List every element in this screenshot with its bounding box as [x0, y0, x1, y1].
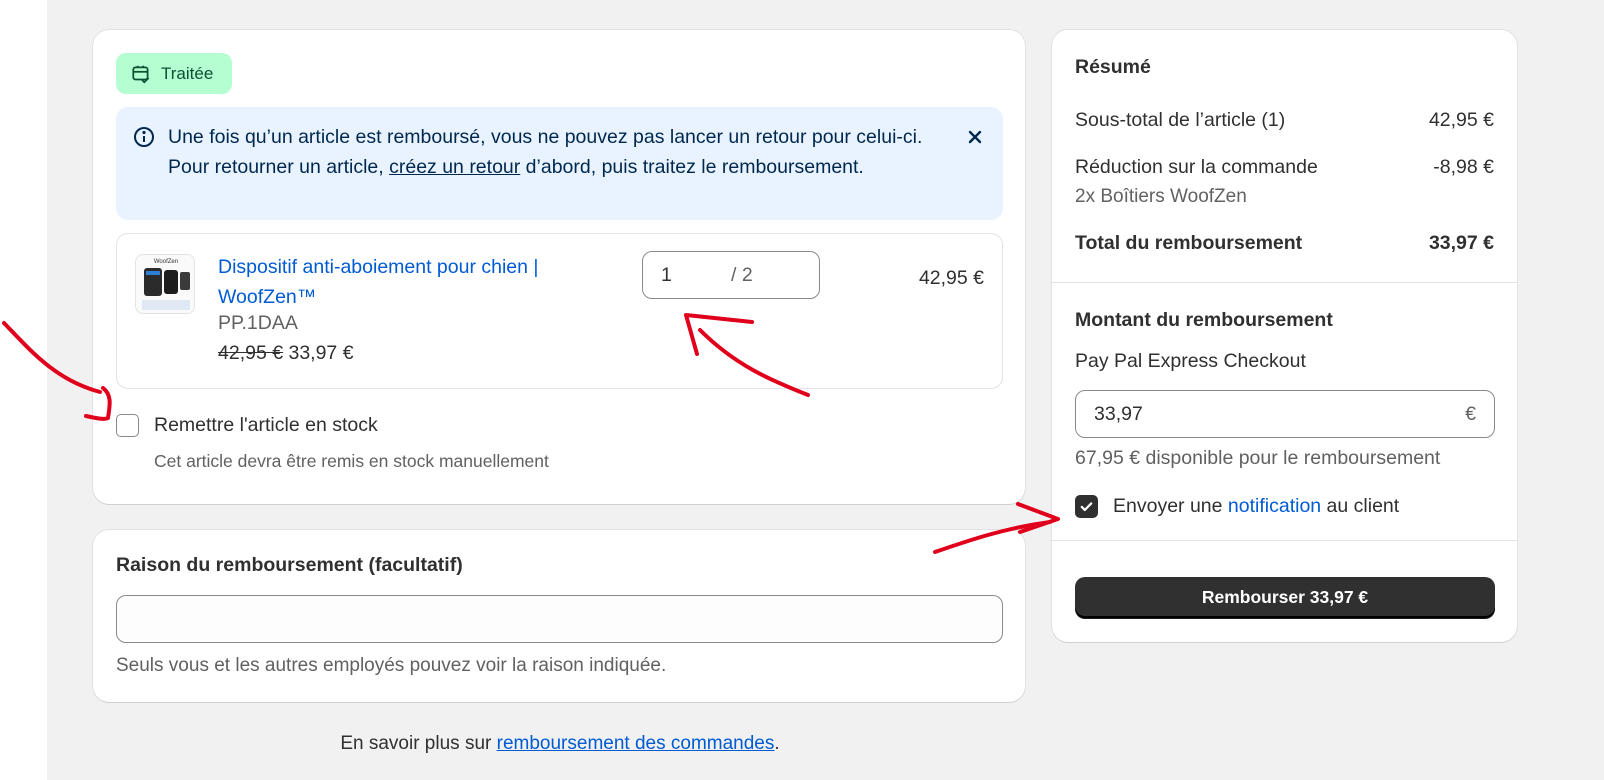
subtotal-value: 42,95 €	[1428, 109, 1494, 131]
restock-label[interactable]: Remettre l'article en stock	[154, 414, 378, 437]
refund-amount-input[interactable]: 33,97 €	[1075, 390, 1495, 438]
refund-items-card: Traitée Une fois qu’un article est rembo…	[93, 30, 1025, 504]
reason-title: Raison du remboursement (facultatif)	[116, 554, 463, 576]
total-label: Total du remboursement	[1075, 232, 1303, 254]
notify-divider	[1052, 540, 1517, 541]
footer-text: En savoir plus sur	[340, 733, 497, 754]
checkmark-icon	[1080, 502, 1093, 512]
discount-row: Réduction sur la commande -8,98 €	[1075, 156, 1494, 179]
refund-amount-title: Montant du remboursement	[1075, 309, 1333, 331]
summary-divider	[1052, 282, 1517, 283]
product-sku: PP.1DAA	[218, 312, 298, 334]
discounted-price: 33,97 €	[288, 342, 354, 364]
product-thumbnail: WoofZen	[135, 254, 195, 314]
original-price: 42,95 €	[218, 342, 284, 364]
product-title-link[interactable]: Dispositif anti-aboiement pour chien | W…	[218, 252, 578, 312]
summary-title: Résumé	[1075, 56, 1151, 78]
quantity-input[interactable]: 1 / 2	[642, 251, 820, 299]
quantity-max: / 2	[731, 263, 753, 286]
refund-button[interactable]: Rembourser 33,97 €	[1075, 577, 1495, 618]
notify-text-after: au client	[1321, 495, 1400, 517]
product-prices: 42,95 € 33,97 €	[218, 342, 354, 365]
banner-text-after: d’abord, puis traitez le remboursement.	[520, 156, 864, 178]
payment-method: Pay Pal Express Checkout	[1075, 350, 1306, 372]
total-value: 33,97 €	[1428, 232, 1494, 254]
status-badge: Traitée	[116, 53, 232, 94]
discount-value: -8,98 €	[1433, 156, 1494, 178]
subtotal-label: Sous-total de l’article (1)	[1075, 109, 1286, 131]
discount-detail: 2x Boîtiers WoofZen	[1075, 186, 1247, 207]
reason-help-text: Seuls vous et les autres employés pouvez…	[116, 655, 667, 676]
footer-note: En savoir plus sur remboursement des com…	[0, 733, 1120, 755]
notification-link[interactable]: notification	[1228, 495, 1321, 517]
info-icon	[134, 127, 154, 147]
refund-amount-value: 33,97	[1094, 402, 1143, 425]
discount-label: Réduction sur la commande	[1075, 156, 1318, 178]
status-badge-label: Traitée	[161, 63, 214, 83]
line-total: 42,95 €	[918, 267, 984, 289]
subtotal-row: Sous-total de l’article (1) 42,95 €	[1075, 109, 1494, 132]
summary-card: Résumé Sous-total de l’article (1) 42,95…	[1052, 30, 1517, 642]
create-return-link[interactable]: créez un retour	[389, 156, 520, 178]
currency-suffix: €	[1465, 402, 1476, 425]
available-amount: 67,95 € disponible pour le remboursement	[1075, 447, 1441, 469]
order-refund-help-link[interactable]: remboursement des commandes	[497, 733, 775, 754]
notify-text-before: Envoyer une	[1113, 495, 1228, 517]
quantity-value: 1	[661, 263, 672, 286]
close-icon[interactable]	[965, 127, 985, 147]
restock-checkbox[interactable]	[116, 414, 139, 437]
notify-label[interactable]: Envoyer une notification au client	[1113, 495, 1399, 518]
reason-input[interactable]	[116, 595, 1003, 643]
notify-checkbox[interactable]	[1075, 495, 1098, 518]
refund-reason-card: Raison du remboursement (facultatif) Seu…	[93, 530, 1025, 702]
info-banner: Une fois qu’un article est remboursé, vo…	[116, 107, 1003, 220]
line-item: WoofZen Dispositif anti-aboiement pour c…	[116, 233, 1003, 389]
total-row: Total du remboursement 33,97 €	[1075, 232, 1494, 255]
thumb-brand-text: WoofZen	[154, 259, 178, 265]
footer-end: .	[774, 733, 780, 754]
restock-help-text: Cet article devra être remis en stock ma…	[154, 451, 549, 471]
fulfilled-icon	[132, 65, 150, 83]
